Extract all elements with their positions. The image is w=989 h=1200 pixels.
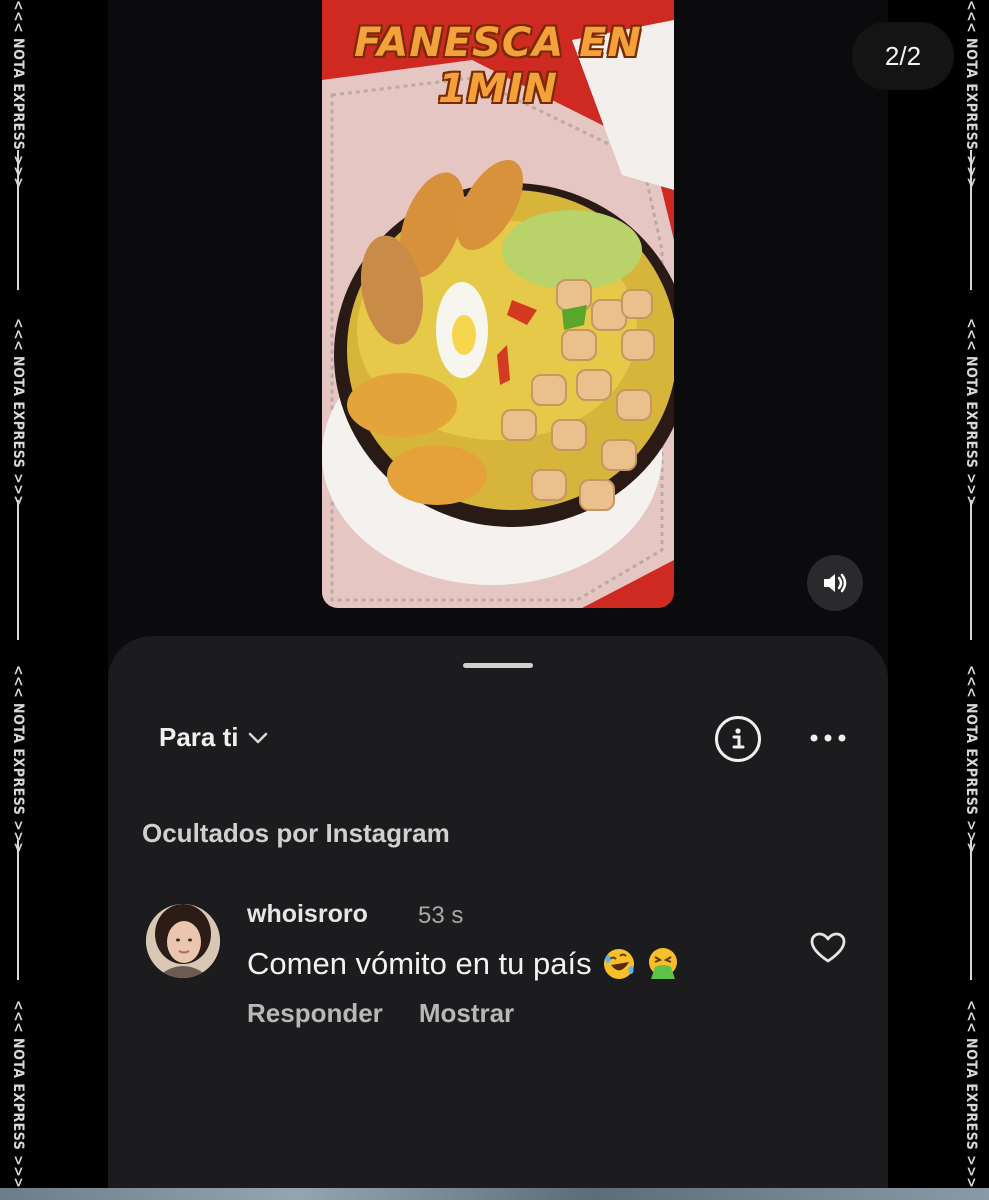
watermark-text: <<< NOTA EXPRESS >>> [10,318,26,507]
watermark-strip-left: <<< NOTA EXPRESS >>> <<< NOTA EXPRESS >>… [0,0,36,1200]
reel-title: FANESCA EN 1MIN [322,20,674,112]
like-button[interactable] [808,928,848,968]
page-counter: 2/2 [852,22,954,90]
chevron-down-icon [248,732,267,743]
bottom-artifact-strip [0,1188,989,1200]
info-icon [732,728,745,749]
comment-username[interactable]: whoisroro [247,900,368,929]
comments-filter-dropdown[interactable]: Para ti [159,722,269,753]
filter-label: Para ti [159,722,239,752]
watermark-text: <<< NOTA EXPRESS >>> [963,665,979,854]
watermark-divider [970,840,972,980]
watermark-text: <<< NOTA EXPRESS >>> [10,1000,26,1189]
sheet-grabber[interactable] [463,663,533,668]
reel-title-line: 1MIN [438,66,558,112]
vomit-emoji [648,948,677,979]
heart-outline-icon [810,932,846,963]
comment-timestamp: 53 s [418,902,464,929]
reel-title-line: FANESCA EN [354,20,642,66]
watermark-divider [17,840,19,980]
screenshot-frame: <<< NOTA EXPRESS >>> <<< NOTA EXPRESS >>… [0,0,989,1200]
info-button[interactable] [715,716,761,762]
watermark-text: <<< NOTA EXPRESS >>> [963,0,979,189]
more-options-button[interactable] [808,726,848,750]
show-button[interactable]: Mostrar [419,998,514,1029]
watermark-text: <<< NOTA EXPRESS >>> [10,665,26,854]
mute-button[interactable] [807,555,863,611]
reel-thumbnail[interactable]: FANESCA EN 1MIN [322,0,674,608]
more-horizontal-icon [810,734,846,742]
avatar-image [146,904,220,978]
watermark-text: <<< NOTA EXPRESS >>> [963,318,979,507]
comments-sheet: Para ti Ocultados por Instagram whoisror… [108,636,888,1200]
hidden-comments-label[interactable]: Ocultados por Instagram [142,818,450,849]
avatar[interactable] [146,904,220,978]
watermark-divider [17,500,19,640]
comment-body: Comen vómito en tu país [247,946,680,982]
comment-actions: Responder Mostrar [247,998,514,1029]
watermark-strip-right: <<< NOTA EXPRESS >>> <<< NOTA EXPRESS >>… [953,0,989,1200]
watermark-divider [970,500,972,640]
watermark-text: <<< NOTA EXPRESS >>> [10,0,26,189]
comment-text: Comen vómito en tu país [247,946,592,981]
reply-button[interactable]: Responder [247,998,383,1029]
speaker-muted-icon [824,573,847,593]
rofl-emoji [603,949,634,979]
watermark-text: <<< NOTA EXPRESS >>> [963,1000,979,1189]
